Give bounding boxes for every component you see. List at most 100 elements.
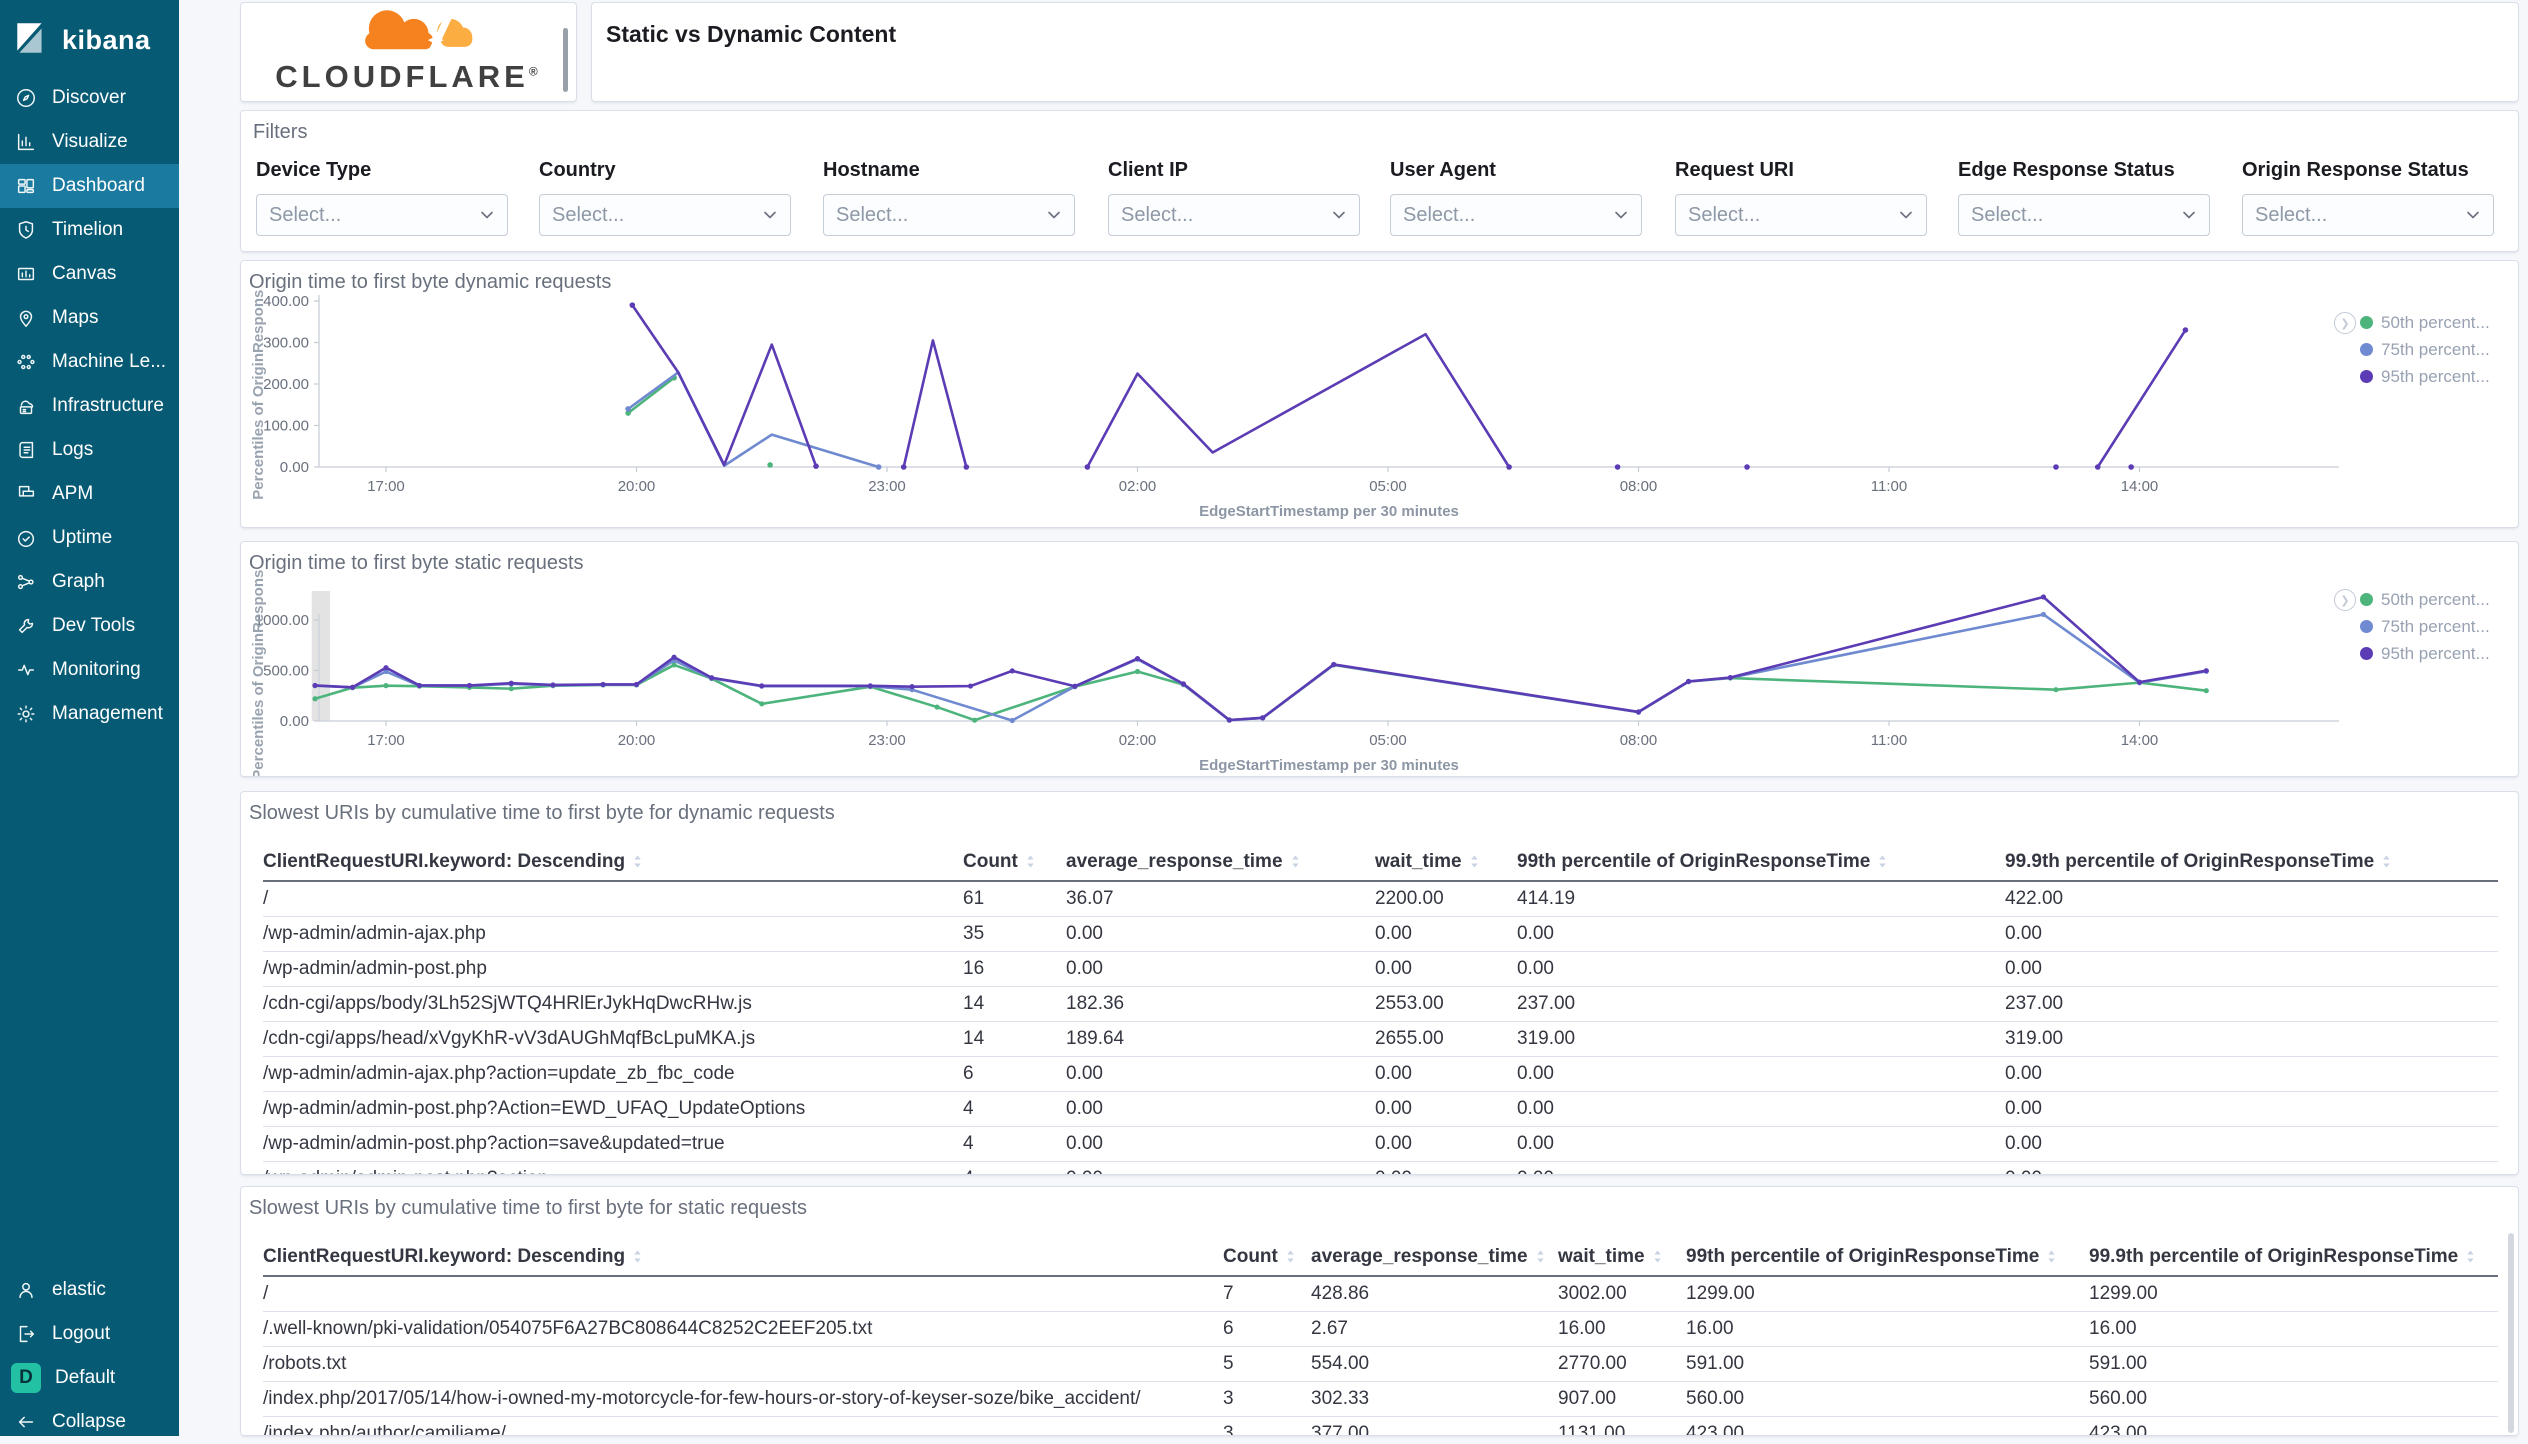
table-row: /cdn-cgi/apps/head/xVgyKhR-vV3dAUGhMqfBc… <box>263 1021 2498 1057</box>
value-cell: 0.00 <box>2005 916 2498 952</box>
x-tick-label: 14:00 <box>2121 732 2159 749</box>
column-header-wait-time[interactable]: wait_time <box>1375 844 1517 882</box>
sidebar-item-apm[interactable]: APM <box>0 472 179 516</box>
series-line-75th-percentile-of-originresponsetime <box>313 613 2208 722</box>
sidebar-item-infrastructure[interactable]: Infrastructure <box>0 384 179 428</box>
sidebar-item-timelion[interactable]: Timelion <box>0 208 179 252</box>
sort-icon <box>1287 1250 1294 1263</box>
column-header-99-9th-percentile-of-originresponsetime[interactable]: 99.9th percentile of OriginResponseTime <box>2089 1239 2498 1277</box>
table-row: /robots.txt 5 554.00 2770.00 591.00 591.00 <box>263 1346 2498 1382</box>
x-tick-label: 05:00 <box>1369 478 1407 495</box>
uri-cell: /index.php/2017/05/14/how-i-owned-my-mot… <box>263 1381 1223 1417</box>
kibana-logo[interactable]: kibana <box>0 0 179 76</box>
column-header-wait-time[interactable]: wait_time <box>1558 1239 1686 1277</box>
value-cell: 35 <box>963 916 1066 952</box>
value-cell: 0.00 <box>2005 1056 2498 1092</box>
dashboard-title-panel: Static vs Dynamic Content <box>591 2 2519 102</box>
sidebar-item-canvas[interactable]: Canvas <box>0 252 179 296</box>
sidebar-item-logs[interactable]: Logs <box>0 428 179 472</box>
dynamic-slowest-uris-table: ClientRequestURI.keyword: Descending Coun… <box>263 844 2498 1174</box>
column-header-99-9th-percentile-of-originresponsetime[interactable]: 99.9th percentile of OriginResponseTime <box>2005 844 2498 882</box>
chevron-down-icon <box>1615 211 1627 219</box>
sidebar-item-monitoring[interactable]: Monitoring <box>0 648 179 692</box>
sidebar-item-label: Default <box>55 1367 116 1388</box>
sidebar-footer-item-elastic[interactable]: elastic <box>0 1268 179 1312</box>
filter-select-user-agent[interactable]: Select... <box>1390 194 1642 236</box>
sidebar-item-visualize[interactable]: Visualize <box>0 120 179 164</box>
sidebar-item-dev-tools[interactable]: Dev Tools <box>0 604 179 648</box>
value-cell: 6 <box>1223 1311 1311 1347</box>
column-header-99th-percentile-of-originresponsetime[interactable]: 99th percentile of OriginResponseTime <box>1686 1239 2089 1277</box>
chevron-down-icon <box>2183 211 2195 219</box>
sidebar-item-uptime[interactable]: Uptime <box>0 516 179 560</box>
column-header-99th-percentile-of-originresponsetime[interactable]: 99th percentile of OriginResponseTime <box>1517 844 2005 882</box>
table-scrollbar[interactable] <box>2508 1233 2514 1433</box>
sidebar-item-discover[interactable]: Discover <box>0 76 179 120</box>
series-line-95th-percentile-of-originresponsetime <box>1086 332 1511 469</box>
sidebar-footer-item-default[interactable]: D Default <box>0 1356 179 1400</box>
filter-label: Hostname <box>823 159 920 181</box>
y-tick-label: 300.00 <box>263 335 309 352</box>
legend-item-95th-percent[interactable]: 95th percent... <box>2360 363 2518 390</box>
value-cell: 16.00 <box>1558 1311 1686 1347</box>
filter-select-country[interactable]: Select... <box>539 194 791 236</box>
heartbeat-icon <box>17 664 35 676</box>
value-cell: 237.00 <box>2005 986 2498 1022</box>
legend-item-75th-percent[interactable]: 75th percent... <box>2360 336 2518 363</box>
sidebar-item-machine-le[interactable]: Machine Le... <box>0 340 179 384</box>
value-cell: 61 <box>963 881 1066 917</box>
table-row: /index.php/author/camiliame/3 377.00 1131.… <box>263 1416 2498 1435</box>
sidebar-footer-item-collapse[interactable]: Collapse <box>0 1400 179 1444</box>
value-cell: 560.00 <box>1686 1381 2089 1417</box>
legend-item-75th-percent[interactable]: 75th percent... <box>2360 613 2518 640</box>
filter-select-client-ip[interactable]: Select... <box>1108 194 1360 236</box>
gear-icon <box>17 705 35 723</box>
legend-item-50th-percent[interactable]: ❯ 50th percent... <box>2334 586 2518 613</box>
sidebar-footer: elastic Logout D Default Collapse <box>0 1268 179 1444</box>
value-cell: 3 <box>1223 1416 1311 1435</box>
series-point <box>2053 464 2059 470</box>
series-line-95th-percentile-of-originresponsetime <box>902 339 968 469</box>
flag-blocks-icon <box>18 485 35 497</box>
map-pin-icon <box>19 310 33 327</box>
filter-select-origin-response-status[interactable]: Select... <box>2242 194 2494 236</box>
column-header-count[interactable]: Count <box>1223 1239 1311 1277</box>
select-placeholder: Select... <box>1403 203 1476 226</box>
table-row: /wp-admin/admin-post.php 16 0.00 0.00 0.00 0.… <box>263 951 2498 987</box>
sidebar-item-label: Machine Le... <box>52 351 167 372</box>
sidebar-item-label: Management <box>52 703 163 724</box>
x-tick-label: 11:00 <box>1871 732 1907 749</box>
chevron-down-icon <box>1333 211 1345 219</box>
legend-item-50th-percent[interactable]: ❯ 50th percent... <box>2334 309 2518 336</box>
column-header-clientrequesturi-keyword-descending[interactable]: ClientRequestURI.keyword: Descending <box>263 844 963 882</box>
x-tick-label: 17:00 <box>367 732 405 749</box>
logout-icon <box>19 1325 35 1343</box>
column-header-average-response-time[interactable]: average_response_time <box>1066 844 1375 882</box>
value-cell: 16.00 <box>2089 1311 2498 1347</box>
filter-select-device-type[interactable]: Select... <box>256 194 508 236</box>
panel-scrollbar[interactable] <box>563 28 568 92</box>
legend-toggle-icon[interactable]: ❯ <box>2334 589 2356 611</box>
legend-toggle-icon[interactable]: ❯ <box>2334 312 2356 334</box>
column-header-average-response-time[interactable]: average_response_time <box>1311 1239 1558 1277</box>
sidebar-item-maps[interactable]: Maps <box>0 296 179 340</box>
sidebar-item-graph[interactable]: Graph <box>0 560 179 604</box>
column-header-count[interactable]: Count <box>963 844 1066 882</box>
sidebar-item-management[interactable]: Management <box>0 692 179 736</box>
filter-select-hostname[interactable]: Select... <box>823 194 1075 236</box>
value-cell: 0.00 <box>1066 916 1375 952</box>
cloudflare-wordmark: CLOUDFLARE® <box>275 59 542 94</box>
value-cell: 0.00 <box>1517 1091 2005 1127</box>
sidebar-item-label: Logs <box>52 439 94 460</box>
filter-select-request-uri[interactable]: Select... <box>1675 194 1927 236</box>
legend-item-95th-percent[interactable]: 95th percent... <box>2360 640 2518 667</box>
column-header-clientrequesturi-keyword-descending[interactable]: ClientRequestURI.keyword: Descending <box>263 1239 1223 1277</box>
sidebar-item-dashboard[interactable]: Dashboard <box>0 164 179 208</box>
sidebar-footer-item-logout[interactable]: Logout <box>0 1312 179 1356</box>
table-row: /wp-admin/admin-post.php?Action=EWD_UFAQ… <box>263 1091 2498 1127</box>
legend-color-dot <box>2360 343 2373 356</box>
filter-label: Country <box>539 159 616 181</box>
value-cell: 1299.00 <box>2089 1276 2498 1312</box>
value-cell: 189.64 <box>1066 1021 1375 1057</box>
filter-select-edge-response-status[interactable]: Select... <box>1958 194 2210 236</box>
